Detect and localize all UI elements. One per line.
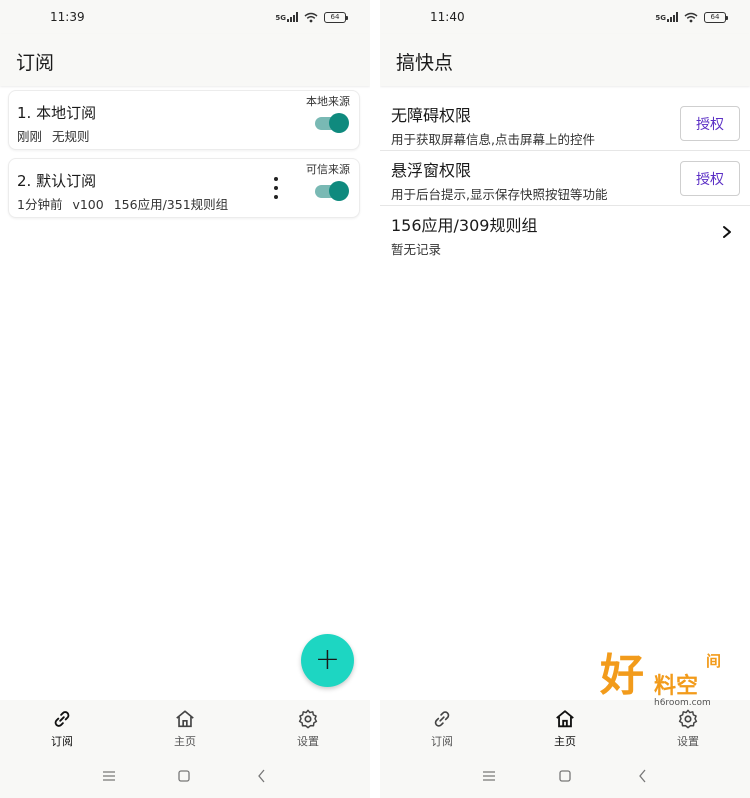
status-time: 11:39 bbox=[50, 10, 85, 24]
accessibility-permission-row: 无障碍权限 用于获取屏幕信息,点击屏幕上的控件 授权 bbox=[380, 96, 750, 151]
battery-icon: 64 bbox=[324, 11, 348, 23]
page-title: 订阅 bbox=[16, 52, 55, 74]
nav-item-settings[interactable]: 设置 bbox=[268, 708, 348, 749]
row-title: 悬浮窗权限 bbox=[391, 161, 472, 180]
cell-signal-icon: 5G bbox=[655, 12, 678, 22]
wifi-icon bbox=[304, 12, 318, 22]
nav-label: 设置 bbox=[297, 735, 319, 748]
row-description: 用于后台提示,显示保存快照按钮等功能 bbox=[391, 187, 608, 202]
subscription-card[interactable]: 1. 本地订阅 刚刚 无规则 本地来源 bbox=[8, 90, 360, 150]
battery-icon: 64 bbox=[704, 11, 728, 23]
nav-item-home[interactable]: 主页 bbox=[145, 708, 225, 749]
row-title: 156应用/309规则组 bbox=[391, 216, 538, 235]
subscription-card[interactable]: 2. 默认订阅 1分钟前 v100 156应用/351规则组 可信来源 bbox=[8, 158, 360, 218]
back-icon[interactable] bbox=[253, 767, 271, 785]
watermark-logo: 好 料空 间 h6room.com bbox=[600, 650, 728, 712]
top-app-bar: 订阅 bbox=[0, 34, 370, 86]
subscription-meta: 刚刚 无规则 bbox=[17, 126, 100, 145]
link-icon bbox=[54, 711, 70, 727]
subscription-toggle[interactable] bbox=[313, 181, 349, 201]
more-vert-icon[interactable] bbox=[271, 177, 281, 199]
subscription-name: 2. 默认订阅 bbox=[17, 172, 97, 190]
page-title: 搞快点 bbox=[396, 52, 454, 74]
back-icon[interactable] bbox=[634, 767, 652, 785]
status-icons: 5G 64 bbox=[275, 9, 348, 25]
nav-item-subscription[interactable]: 订阅 bbox=[22, 708, 102, 749]
home-square-icon[interactable] bbox=[556, 767, 574, 785]
nav-label: 订阅 bbox=[431, 735, 453, 748]
overlay-permission-row: 悬浮窗权限 用于后台提示,显示保存快照按钮等功能 授权 bbox=[380, 151, 750, 206]
nav-label: 主页 bbox=[554, 735, 576, 748]
watermark-corner-char: 间 bbox=[706, 652, 722, 670]
subscription-screen: 11:39 5G 64 订阅 1. 本地订阅 刚刚 无规则 本地来源 2. 默认… bbox=[0, 0, 370, 798]
toggle-thumb bbox=[329, 181, 349, 201]
subscription-version: v100 bbox=[72, 197, 104, 212]
home-square-icon[interactable] bbox=[175, 767, 193, 785]
nav-label: 主页 bbox=[174, 735, 196, 748]
nav-label: 设置 bbox=[677, 735, 699, 748]
menu-icon[interactable] bbox=[480, 767, 498, 785]
bottom-navigation: 订阅 主页 设置 bbox=[0, 700, 370, 754]
subscription-rules: 无规则 bbox=[52, 129, 90, 144]
gear-icon bbox=[298, 709, 318, 729]
row-description: 用于获取屏幕信息,点击屏幕上的控件 bbox=[391, 132, 595, 147]
menu-icon[interactable] bbox=[100, 767, 118, 785]
watermark-big-char: 好 bbox=[600, 650, 644, 701]
link-icon bbox=[434, 711, 450, 727]
network-type-label: 5G bbox=[655, 14, 666, 22]
subscription-rules: 156应用/351规则组 bbox=[113, 197, 229, 212]
subscription-toggle[interactable] bbox=[313, 113, 349, 133]
watermark-url: h6room.com bbox=[654, 698, 711, 708]
panel-separator bbox=[370, 0, 380, 798]
nav-label: 订阅 bbox=[51, 735, 73, 748]
home-icon bbox=[176, 710, 194, 728]
rules-summary-row[interactable]: 156应用/309规则组 暂无记录 bbox=[380, 206, 750, 261]
subscription-updated: 刚刚 bbox=[17, 129, 43, 144]
network-type-label: 5G bbox=[275, 14, 286, 22]
subscription-name: 1. 本地订阅 bbox=[17, 104, 97, 122]
system-navigation-bar bbox=[380, 754, 750, 798]
watermark-text: 料空 bbox=[654, 674, 699, 699]
subscription-updated: 1分钟前 bbox=[17, 197, 63, 212]
nav-item-subscription[interactable]: 订阅 bbox=[402, 708, 482, 749]
top-app-bar: 搞快点 bbox=[380, 34, 750, 86]
row-title: 无障碍权限 bbox=[391, 106, 472, 125]
row-description: 暂无记录 bbox=[391, 242, 442, 257]
home-icon bbox=[556, 710, 574, 728]
subscription-meta: 1分钟前 v100 156应用/351规则组 bbox=[17, 194, 238, 213]
system-navigation-bar bbox=[0, 754, 370, 798]
grant-accessibility-button[interactable]: 授权 bbox=[680, 106, 740, 141]
status-bar: 11:39 5G 64 bbox=[0, 0, 370, 34]
plus-icon: + bbox=[314, 641, 341, 677]
grant-overlay-button[interactable]: 授权 bbox=[680, 161, 740, 196]
add-subscription-button[interactable]: + bbox=[301, 634, 354, 687]
toggle-thumb bbox=[329, 113, 349, 133]
source-tag: 可信来源 bbox=[306, 163, 350, 176]
source-tag: 本地来源 bbox=[306, 95, 350, 108]
status-icons: 5G 64 bbox=[655, 9, 728, 25]
status-bar: 11:40 5G 64 bbox=[380, 0, 750, 34]
status-time: 11:40 bbox=[430, 10, 465, 24]
nav-item-home[interactable]: 主页 bbox=[525, 708, 605, 749]
cell-signal-icon: 5G bbox=[275, 12, 298, 22]
wifi-icon bbox=[684, 12, 698, 22]
chevron-right-icon bbox=[723, 226, 731, 238]
nav-item-settings[interactable]: 设置 bbox=[648, 708, 728, 749]
